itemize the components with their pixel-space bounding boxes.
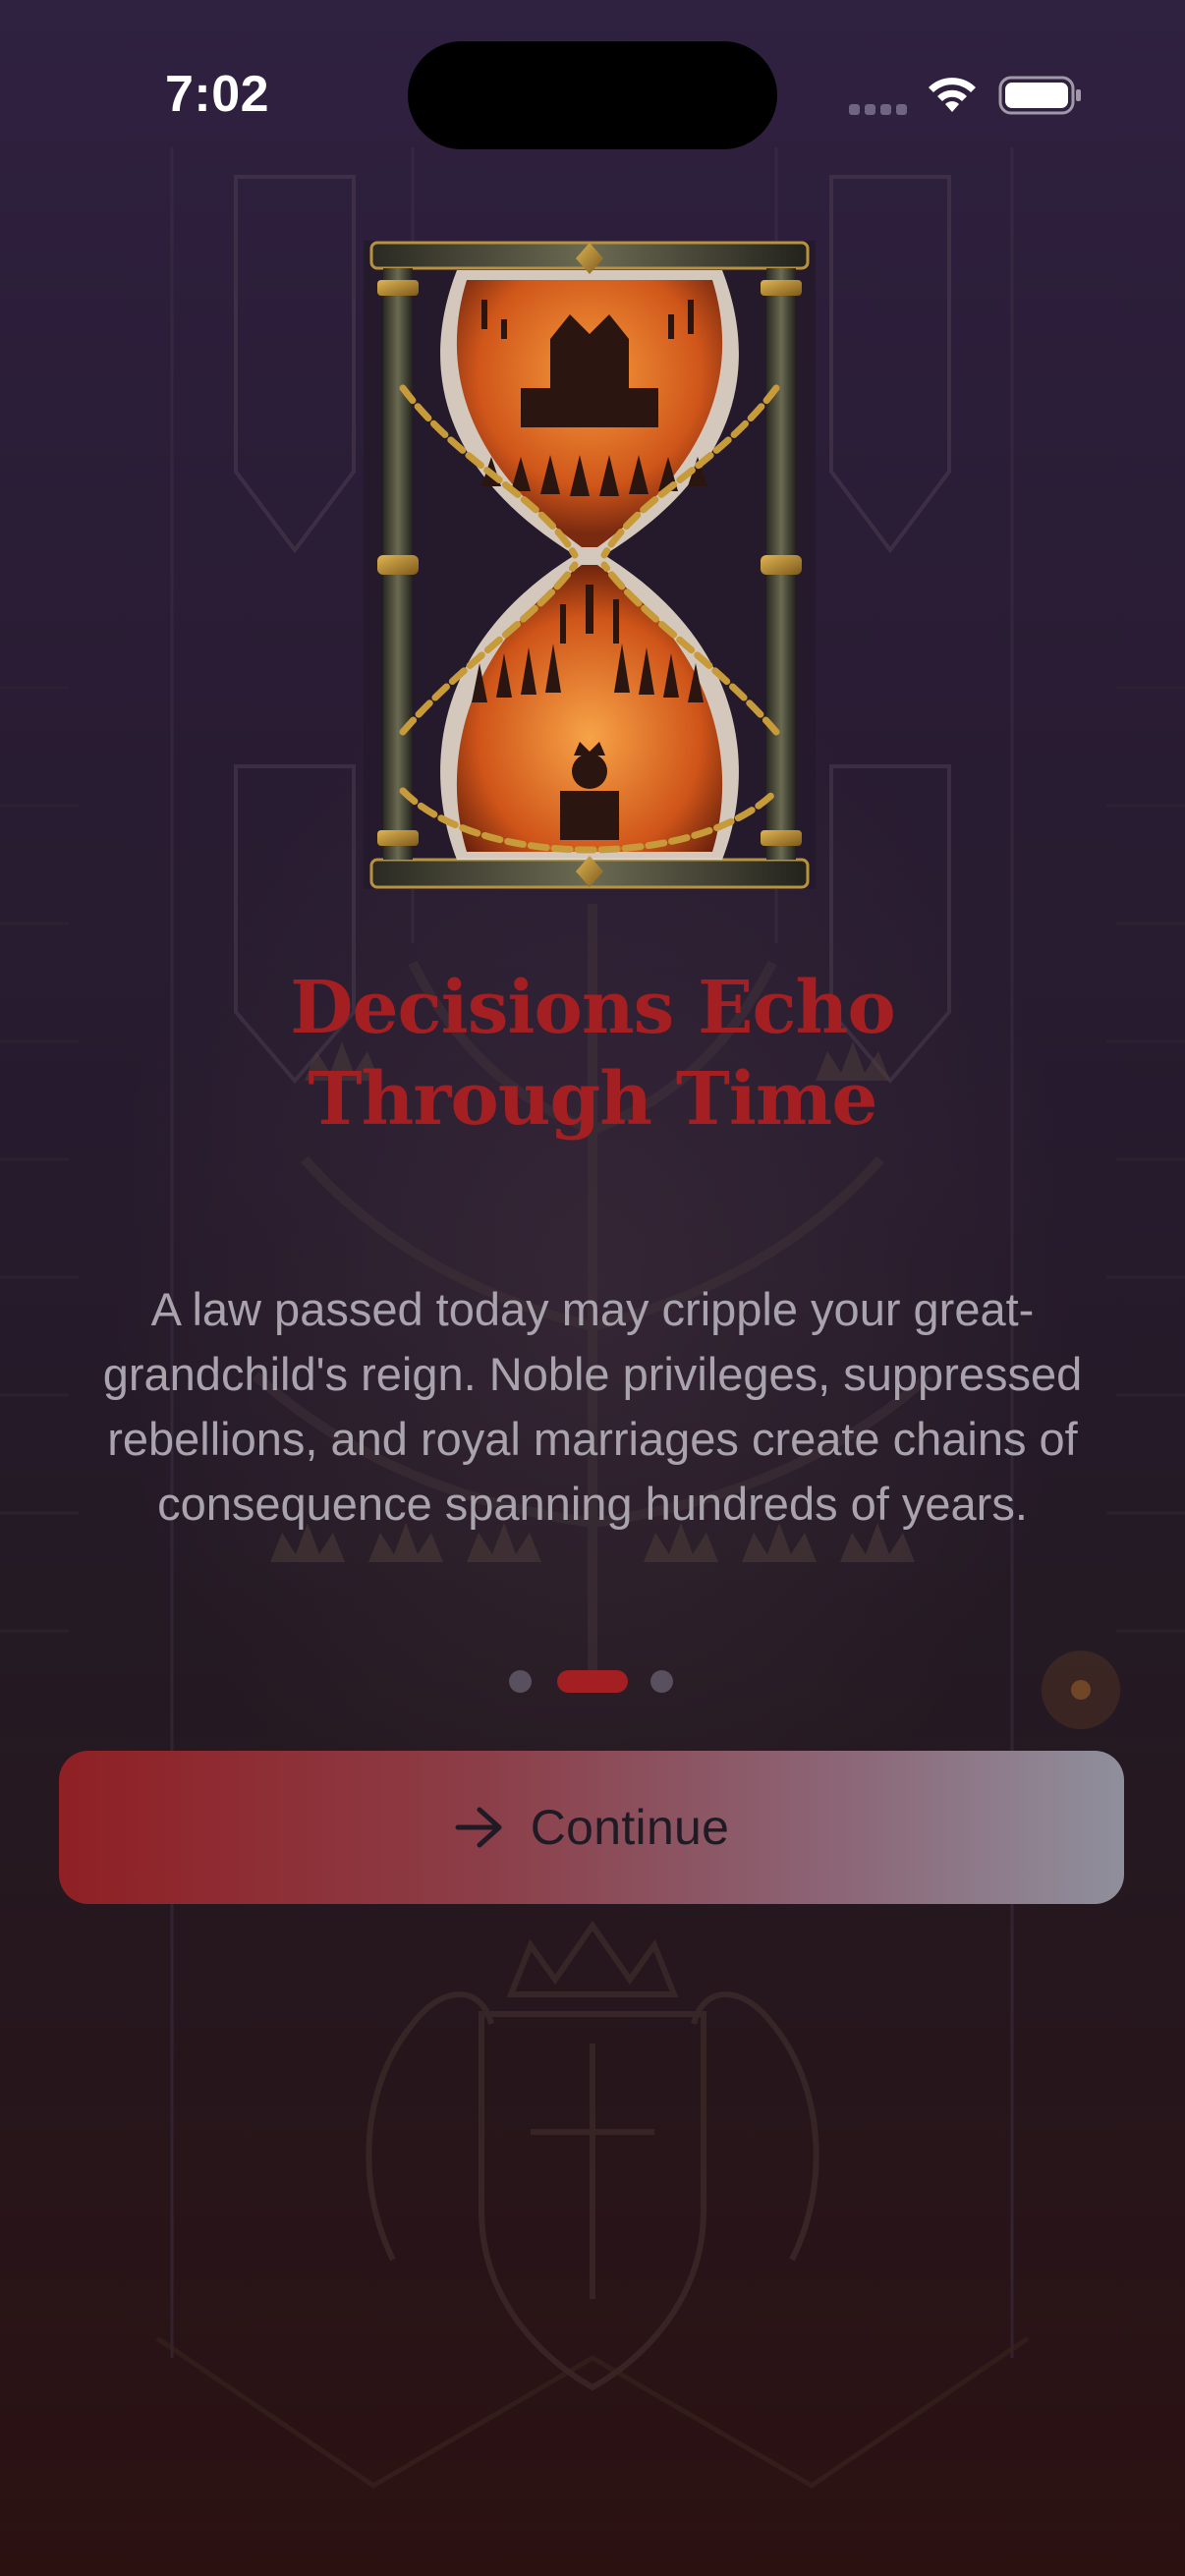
title-line-1: Decisions Echo — [290, 966, 895, 1050]
title-line-2: Through Time — [308, 1057, 878, 1142]
onboarding-screen: 7:02 Decisions Echo Through Time A law p… — [0, 0, 1185, 2576]
arrow-right-icon — [455, 1807, 502, 1848]
page-indicator — [0, 1670, 1185, 1694]
onboarding-description: A law passed today may cripple your grea… — [102, 1283, 1083, 1530]
signal-dots-icon — [849, 104, 908, 116]
continue-label: Continue — [530, 1800, 730, 1855]
page-dot-3[interactable] — [650, 1670, 673, 1693]
onboarding-title: Decisions Echo Through Time — [101, 963, 1084, 1146]
status-time: 7:02 — [165, 66, 270, 123]
continue-button-content: Continue — [454, 1799, 730, 1856]
page-dot-1[interactable] — [509, 1670, 532, 1693]
battery-icon — [998, 76, 1081, 115]
dynamic-island — [408, 41, 777, 149]
continue-button[interactable]: Continue — [59, 1751, 1124, 1904]
hourglass-illustration — [364, 241, 816, 889]
page-dot-2-active[interactable] — [557, 1670, 628, 1693]
wifi-icon — [929, 78, 976, 112]
